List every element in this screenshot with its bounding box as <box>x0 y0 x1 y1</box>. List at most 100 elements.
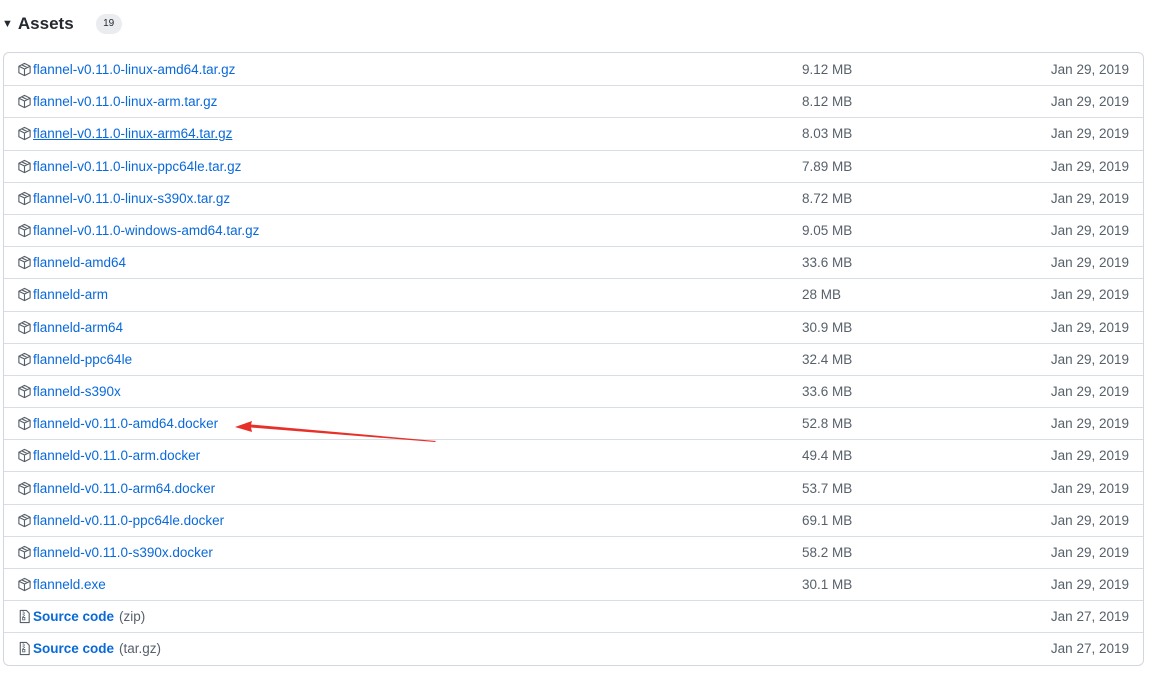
asset-date: Jan 29, 2019 <box>1050 383 1129 399</box>
asset-row: flanneld-v0.11.0-arm64.docker 53.7 MB Jan … <box>4 471 1143 503</box>
asset-row: flanneld-v0.11.0-ppc64le.docker 69.1 MB Ja… <box>4 503 1143 536</box>
assets-title: Assets <box>17 14 74 33</box>
asset-size: 8.12 MB <box>802 94 853 110</box>
source-code-format: (tar.gz) <box>119 641 162 657</box>
asset-download-link[interactable]: flanneld-amd64 <box>17 247 126 278</box>
asset-row: flanneld-v0.11.0-s390x.docker 58.2 MB Jan … <box>4 535 1143 568</box>
asset-size: 69.1 MB <box>802 512 853 528</box>
asset-size: 49.4 MB <box>802 448 853 464</box>
asset-size: 52.8 MB <box>802 416 853 432</box>
release-assets-page: ▼ Assets 19 flannel-v0.11.0-linux-amd64.… <box>0 0 1166 683</box>
package-icon <box>17 320 32 335</box>
asset-size: 33.6 MB <box>802 255 853 271</box>
asset-date: Jan 29, 2019 <box>1050 512 1129 528</box>
package-icon <box>17 191 32 206</box>
asset-download-link[interactable]: flanneld-v0.11.0-arm.docker <box>17 440 200 471</box>
package-icon <box>17 255 32 270</box>
package-icon <box>17 94 32 109</box>
package-icon <box>17 577 32 592</box>
asset-download-link[interactable]: flanneld-arm64 <box>17 312 123 343</box>
asset-name: flanneld-v0.11.0-s390x.docker <box>33 544 213 560</box>
asset-name: flannel-v0.11.0-linux-ppc64le.tar.gz <box>33 158 242 174</box>
source-code-format: (zip) <box>119 609 146 625</box>
asset-download-link[interactable]: flanneld-v0.11.0-arm64.docker <box>17 472 215 503</box>
asset-row: Source code (tar.gz) Jan 27, 2019 <box>4 632 1143 664</box>
asset-size: 8.03 MB <box>802 126 853 142</box>
asset-row: flannel-v0.11.0-linux-arm.tar.gz 8.12 MB J… <box>4 85 1143 117</box>
package-icon <box>17 126 32 141</box>
asset-size: 9.05 MB <box>802 223 853 239</box>
package-icon <box>17 384 32 399</box>
package-icon <box>17 416 32 431</box>
asset-row: flanneld-s390x 33.6 MB Jan 29, 2019 <box>4 374 1143 407</box>
asset-size: 28 MB <box>802 287 842 303</box>
asset-row: flanneld.exe 30.1 MB Jan 29, 2019 <box>4 568 1143 600</box>
asset-name: flannel-v0.11.0-linux-amd64.tar.gz <box>33 61 236 77</box>
file-zip-icon <box>17 641 32 656</box>
asset-size: 30.9 MB <box>802 319 853 335</box>
asset-download-link[interactable]: flanneld-v0.11.0-s390x.docker <box>17 537 213 568</box>
asset-download-link[interactable]: flannel-v0.11.0-windows-amd64.tar.gz <box>17 215 259 246</box>
asset-date: Jan 29, 2019 <box>1050 158 1129 174</box>
asset-size: 8.72 MB <box>802 190 853 206</box>
asset-row: flanneld-amd64 33.6 MB Jan 29, 2019 <box>4 246 1143 278</box>
asset-download-link[interactable]: flannel-v0.11.0-linux-amd64.tar.gz <box>17 53 235 85</box>
package-icon <box>17 62 32 77</box>
asset-date: Jan 29, 2019 <box>1050 480 1129 496</box>
asset-row: flanneld-arm 28 MB Jan 29, 2019 <box>4 278 1143 310</box>
asset-download-link[interactable]: flanneld-v0.11.0-ppc64le.docker <box>17 505 224 536</box>
package-icon <box>17 352 32 367</box>
asset-size: 32.4 MB <box>802 351 853 367</box>
asset-date: Jan 29, 2019 <box>1050 190 1129 206</box>
asset-date: Jan 27, 2019 <box>1050 641 1129 657</box>
asset-name: flanneld-ppc64le <box>33 351 133 367</box>
asset-date: Jan 29, 2019 <box>1050 351 1129 367</box>
asset-name: flanneld-v0.11.0-ppc64le.docker <box>33 512 225 528</box>
package-icon <box>17 159 32 174</box>
asset-name: flanneld-v0.11.0-arm.docker <box>33 448 201 464</box>
asset-row: flanneld-arm64 30.9 MB Jan 29, 2019 <box>4 310 1143 343</box>
asset-row: flanneld-v0.11.0-amd64.docker 52.8 MB Jan … <box>4 407 1143 439</box>
asset-download-link[interactable]: flanneld-ppc64le <box>17 344 132 375</box>
package-icon <box>17 223 32 238</box>
asset-date: Jan 29, 2019 <box>1050 448 1129 464</box>
asset-download-link[interactable]: flannel-v0.11.0-linux-arm.tar.gz <box>17 86 217 117</box>
asset-download-link[interactable]: flannel-v0.11.0-linux-ppc64le.tar.gz <box>17 151 241 182</box>
source-code-link[interactable]: Source code (zip) <box>17 601 145 632</box>
asset-name: flanneld-v0.11.0-arm64.docker <box>33 480 216 496</box>
asset-name: flanneld.exe <box>33 577 106 593</box>
package-icon <box>17 545 32 560</box>
asset-name: flannel-v0.11.0-linux-s390x.tar.gz <box>33 190 231 206</box>
assets-list: flannel-v0.11.0-linux-amd64.tar.gz 9.12 M… <box>3 52 1144 666</box>
asset-row: flannel-v0.11.0-linux-arm64.tar.gz 8.03 M… <box>4 117 1143 149</box>
asset-size: 7.89 MB <box>802 158 853 174</box>
asset-name: Source code <box>33 641 115 657</box>
asset-size: 33.6 MB <box>802 383 853 399</box>
file-zip-icon <box>17 609 32 624</box>
package-icon <box>17 287 32 302</box>
asset-name: flannel-v0.11.0-windows-amd64.tar.gz <box>33 223 260 239</box>
asset-name: flanneld-arm64 <box>33 319 124 335</box>
asset-download-link[interactable]: flannel-v0.11.0-linux-arm64.tar.gz <box>17 118 232 149</box>
triangle-down-icon: ▼ <box>2 18 13 30</box>
source-code-link[interactable]: Source code (tar.gz) <box>17 633 161 664</box>
asset-download-link[interactable]: flanneld-arm <box>17 279 108 310</box>
assets-toggle[interactable]: ▼ Assets 19 <box>0 10 122 38</box>
asset-download-link[interactable]: flanneld-s390x <box>17 376 121 407</box>
asset-size: 30.1 MB <box>802 577 853 593</box>
asset-name: flannel-v0.11.0-linux-arm.tar.gz <box>33 94 218 110</box>
asset-row: Source code (zip) Jan 27, 2019 <box>4 600 1143 632</box>
asset-download-link[interactable]: flannel-v0.11.0-linux-s390x.tar.gz <box>17 183 230 214</box>
asset-date: Jan 29, 2019 <box>1050 287 1129 303</box>
asset-download-link[interactable]: flanneld-v0.11.0-amd64.docker <box>17 408 218 439</box>
asset-date: Jan 29, 2019 <box>1050 126 1129 142</box>
asset-date: Jan 29, 2019 <box>1050 544 1129 560</box>
asset-name: flanneld-s390x <box>33 383 121 399</box>
asset-date: Jan 27, 2019 <box>1050 609 1129 625</box>
asset-row: flannel-v0.11.0-linux-ppc64le.tar.gz 7.89… <box>4 149 1143 182</box>
asset-download-link[interactable]: flanneld.exe <box>17 569 106 600</box>
asset-date: Jan 29, 2019 <box>1050 577 1129 593</box>
asset-row: flannel-v0.11.0-windows-amd64.tar.gz 9.05… <box>4 213 1143 246</box>
asset-name: flannel-v0.11.0-linux-arm64.tar.gz <box>33 126 233 142</box>
asset-name: flanneld-amd64 <box>33 255 127 271</box>
